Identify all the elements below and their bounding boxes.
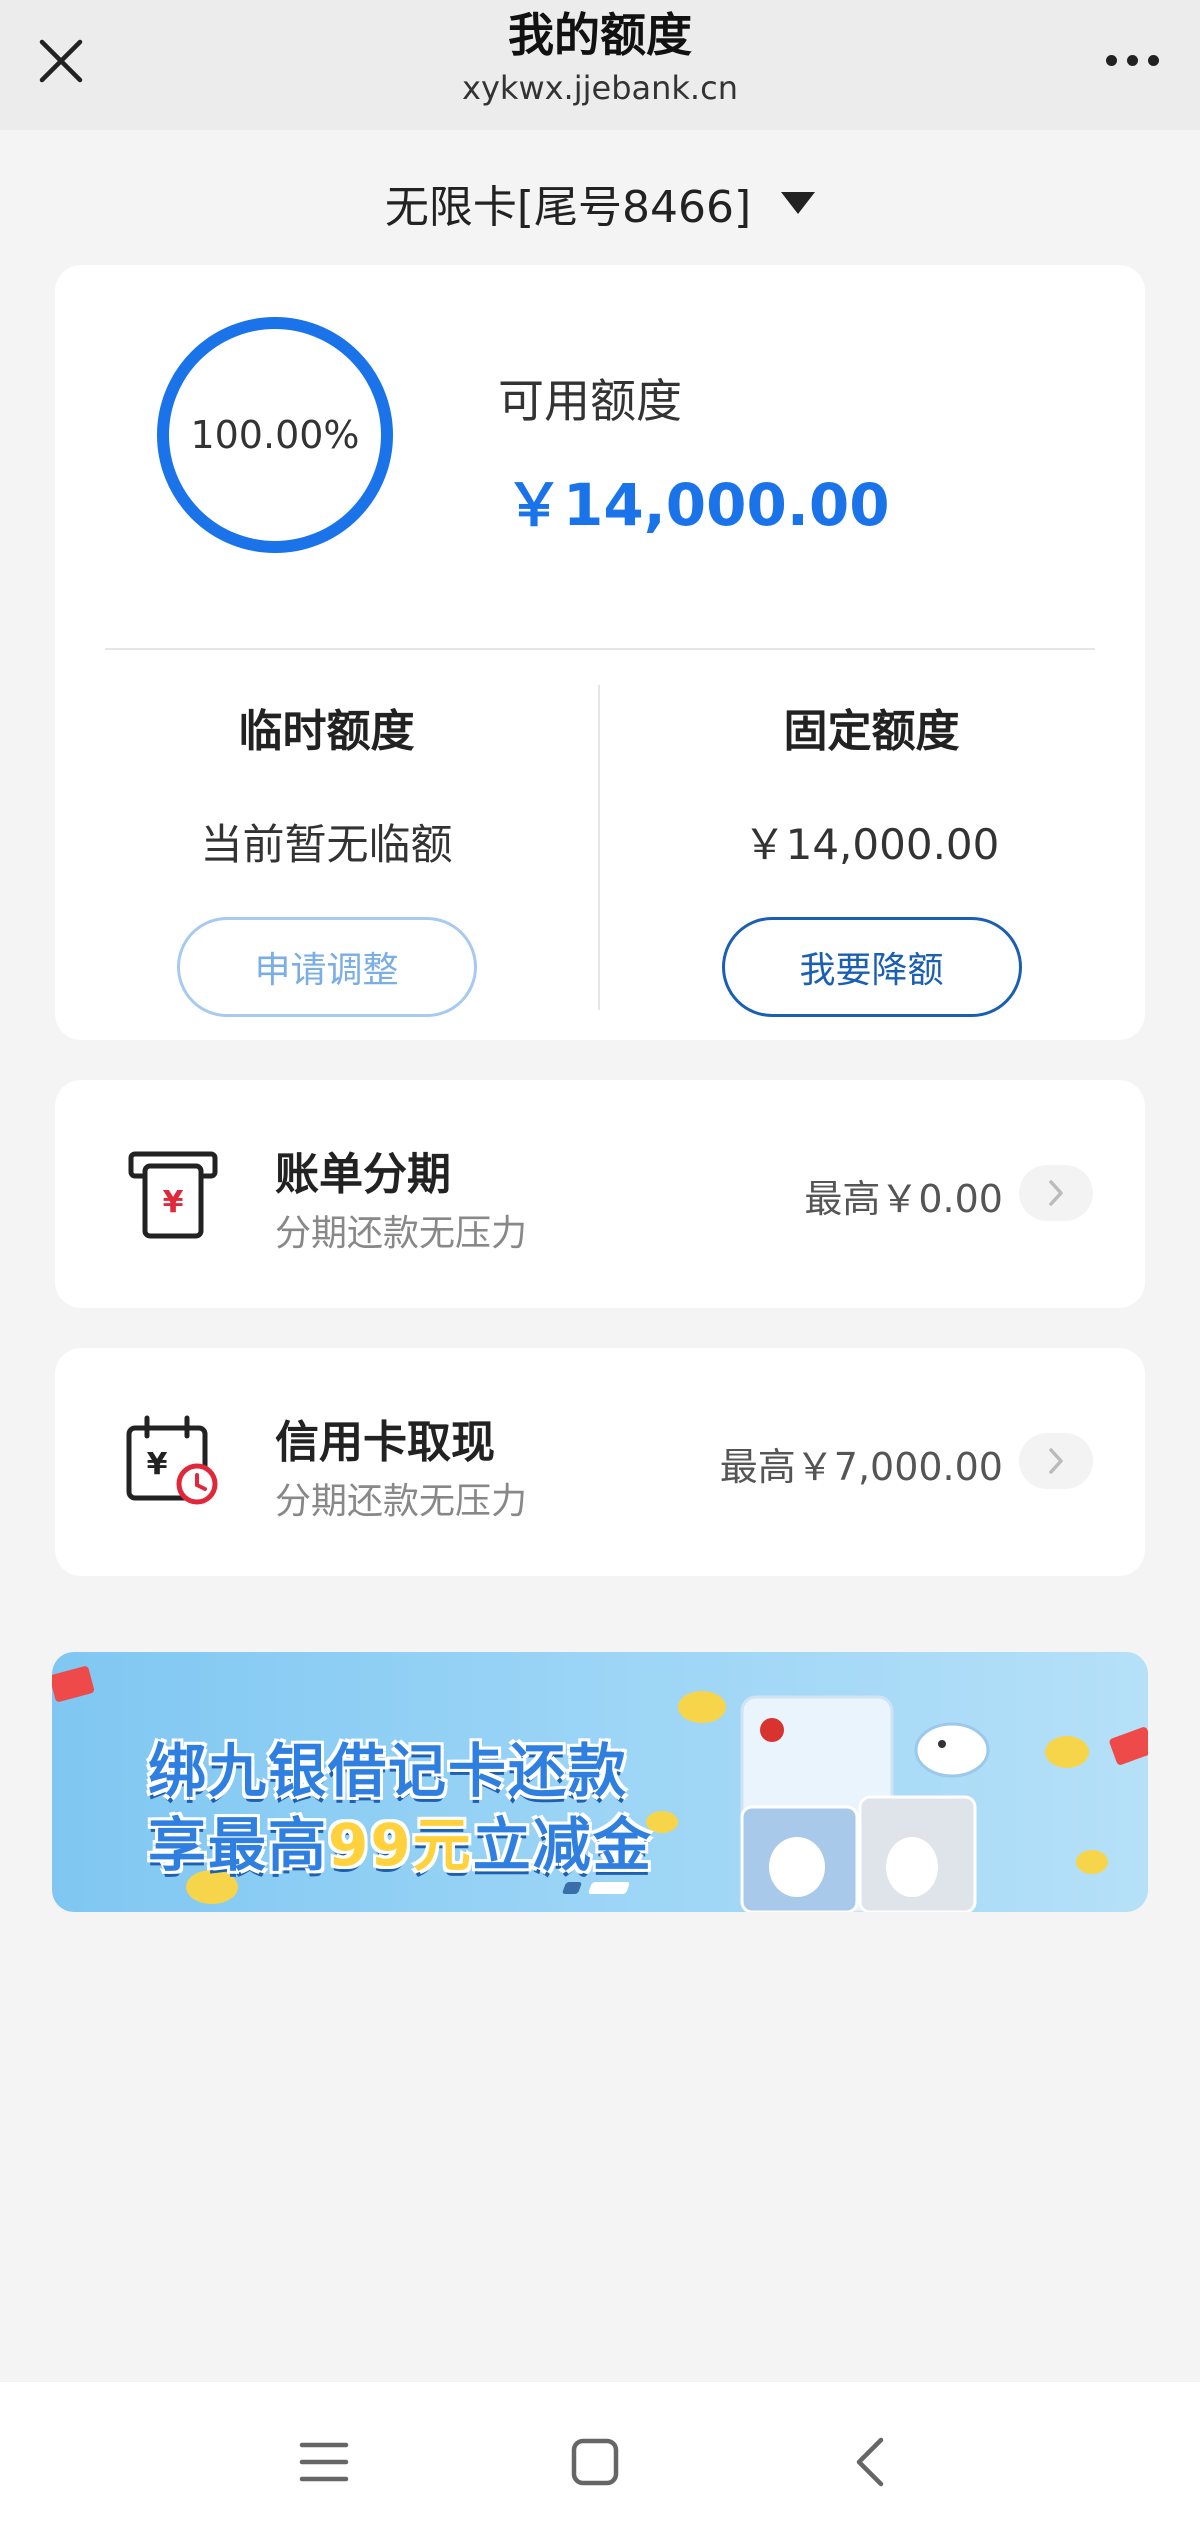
chevron-right-icon	[1049, 1448, 1063, 1474]
fixed-quota-section: 固定额度 ￥14,000.00 我要降额	[600, 685, 1143, 1017]
temporary-quota-value: 当前暂无临额	[200, 820, 453, 869]
service-subtitle: 分期还款无压力	[275, 1481, 528, 1522]
banner-pager	[561, 1882, 631, 1894]
available-ratio-text: 100.00%	[190, 413, 360, 457]
back-button[interactable]	[830, 2422, 910, 2502]
pager-dot[interactable]	[561, 1882, 583, 1894]
service-row-cash-withdrawal[interactable]: ¥ 信用卡取现 分期还款无压力 最高￥7,000.00	[55, 1348, 1145, 1576]
close-button[interactable]	[28, 28, 94, 94]
page-title: 我的额度	[508, 8, 692, 62]
chevron-right-button[interactable]	[1019, 1165, 1093, 1221]
fixed-quota-title: 固定额度	[783, 706, 960, 757]
promo-banner[interactable]: 绑九银借记卡还款 享最高99元立减金	[52, 1652, 1148, 1912]
top-bar: 我的额度 xykwx.jjebank.cn	[0, 0, 1200, 130]
available-quota-label: 可用额度	[498, 374, 682, 428]
banner-line-2-prefix: 享最高	[148, 1811, 329, 1879]
more-button[interactable]	[1092, 30, 1172, 90]
back-chevron-icon	[856, 2437, 884, 2487]
card-selector-label: 无限卡[尾号8466]	[384, 182, 752, 233]
fixed-quota-value: ￥14,000.00	[743, 820, 1000, 869]
home-button[interactable]	[555, 2422, 635, 2502]
bill-installment-icon: ¥	[128, 1151, 218, 1239]
svg-text:¥: ¥	[147, 1447, 168, 1482]
card-selector[interactable]: 无限卡[尾号8466]	[0, 168, 1200, 238]
apply-adjust-button[interactable]: 申请调整	[176, 917, 477, 1017]
service-subtitle: 分期还款无压力	[275, 1213, 528, 1254]
pager-dot-active[interactable]	[587, 1882, 631, 1894]
banner-line-2-suffix: 立减金	[472, 1811, 653, 1879]
close-icon	[39, 39, 83, 83]
quota-panel: 100.00% 可用额度 ￥14,000.00 临时额度 当前暂无临额 申请调整…	[55, 265, 1145, 1040]
menu-button[interactable]	[284, 2422, 364, 2502]
banner-line-1: 绑九银借记卡还款	[148, 1737, 629, 1805]
svg-text:¥: ¥	[163, 1185, 184, 1220]
available-quota-amount: ￥14,000.00	[505, 471, 890, 539]
divider	[105, 648, 1095, 650]
reduce-quota-button[interactable]: 我要降额	[721, 917, 1022, 1017]
banner-highlight: 99元	[328, 1811, 473, 1879]
more-dots-icon	[1105, 54, 1117, 66]
chevron-right-button[interactable]	[1019, 1433, 1093, 1489]
temporary-quota-section: 临时额度 当前暂无临额 申请调整	[55, 685, 598, 1017]
cash-withdrawal-calendar-icon: ¥	[126, 1415, 218, 1505]
service-title: 信用卡取现	[275, 1417, 495, 1468]
service-max-amount: 最高￥0.00	[804, 1177, 1003, 1221]
service-max-amount: 最高￥7,000.00	[719, 1445, 1003, 1489]
temporary-quota-title: 临时额度	[238, 706, 415, 757]
service-title: 账单分期	[275, 1149, 451, 1200]
home-square-icon	[571, 2438, 619, 2486]
chevron-right-icon	[1049, 1180, 1063, 1206]
page-header: 我的额度 xykwx.jjebank.cn	[200, 4, 1000, 110]
service-row-bill-installment[interactable]: ¥ 账单分期 分期还款无压力 最高￥0.00	[55, 1080, 1145, 1308]
banner-line-2: 享最高99元立减金	[148, 1798, 653, 1882]
triangle-down-icon	[781, 192, 816, 214]
menu-icon	[299, 2442, 349, 2482]
system-nav-bar	[0, 2382, 1200, 2536]
page-domain: xykwx.jjebank.cn	[462, 69, 738, 107]
